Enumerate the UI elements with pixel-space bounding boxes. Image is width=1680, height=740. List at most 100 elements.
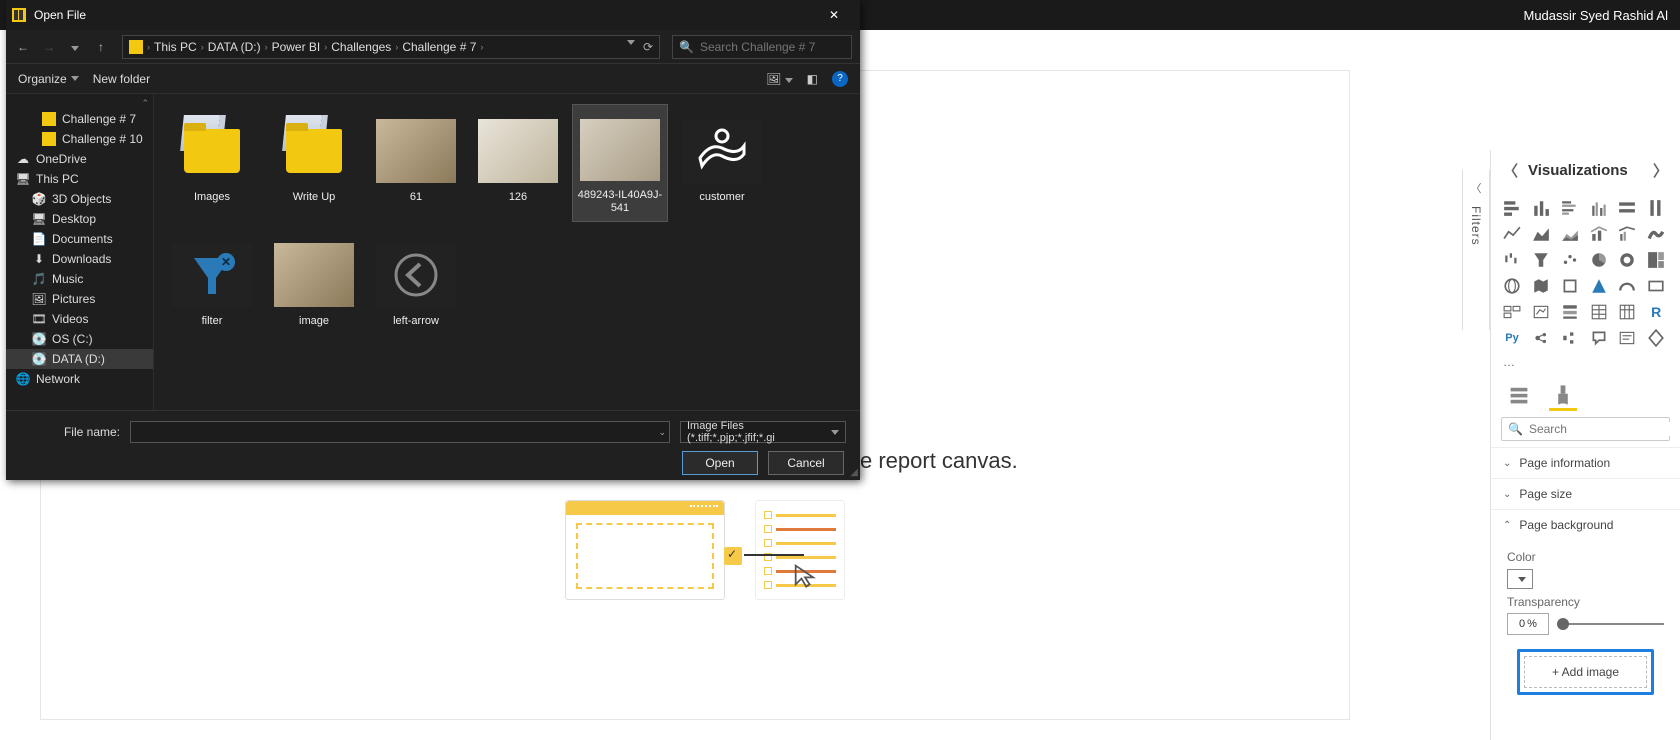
tree-item[interactable]: 💽OS (C:) [6,329,153,349]
section-page-size[interactable]: ⌄ Page size [1491,478,1680,509]
file-item[interactable]: customer [674,104,770,222]
resize-grip-icon[interactable]: ◢ [850,467,858,478]
file-item[interactable]: 489243-IL40A9J-541 [572,104,668,222]
help-icon[interactable]: ? [832,71,848,87]
waterfall-icon[interactable] [1501,249,1523,271]
tree-item[interactable]: 💽DATA (D:) [6,349,153,369]
hundred-bar-icon[interactable] [1616,197,1638,219]
tree-item[interactable]: Challenge # 10 [6,129,153,149]
section-page-information[interactable]: ⌄ Page information [1491,447,1680,478]
nav-forward-button[interactable]: → [40,40,58,54]
tree-item[interactable]: 🌐Network [6,369,153,389]
card-icon[interactable] [1645,275,1667,297]
breadcrumb-item[interactable]: DATA (D:) [208,40,261,54]
nav-back-button[interactable]: ← [14,40,32,54]
tree-item[interactable]: 🎲3D Objects [6,189,153,209]
breadcrumb-item[interactable]: Power BI [272,40,321,54]
fields-tab-icon[interactable] [1507,383,1531,407]
decomposition-icon[interactable] [1559,327,1581,349]
r-visual-icon[interactable]: R [1645,301,1667,323]
tree-item[interactable]: Challenge # 7 [6,109,153,129]
dialog-search[interactable]: 🔍 [672,35,852,59]
tree-item[interactable]: 🖥This PC [6,169,153,189]
filename-input[interactable] [130,421,670,443]
chevron-right-icon[interactable]: 〉 [1653,160,1668,181]
file-list[interactable]: ImagesWrite Up61126489243-IL40A9J-541cus… [154,94,860,410]
filled-map-icon[interactable] [1530,275,1552,297]
stacked-column-icon[interactable] [1530,197,1552,219]
breadcrumb[interactable]: › This PC› DATA (D:)› Power BI› Challeng… [122,35,660,59]
preview-pane-button[interactable]: ◧ [807,72,818,86]
narrative-icon[interactable] [1616,327,1638,349]
chevron-down-icon[interactable] [627,40,635,45]
format-tab-icon[interactable] [1551,383,1575,407]
tree-item[interactable]: 🖥Desktop [6,209,153,229]
organize-button[interactable]: Organize [18,72,79,86]
tree-item[interactable]: 🎞Videos [6,309,153,329]
transparency-input[interactable]: 0 % [1507,613,1549,635]
breadcrumb-item[interactable]: This PC [154,40,197,54]
line-clustered-icon[interactable] [1616,223,1638,245]
file-item[interactable]: 61 [368,104,464,222]
color-picker[interactable] [1507,569,1533,589]
close-button[interactable]: ✕ [814,0,854,30]
nav-recent-button[interactable] [66,40,84,54]
ribbon-chart-icon[interactable] [1645,223,1667,245]
funnel-icon[interactable] [1530,249,1552,271]
tree-item[interactable]: ⬇Downloads [6,249,153,269]
multi-card-icon[interactable] [1501,301,1523,323]
table-icon[interactable] [1588,301,1610,323]
nav-up-button[interactable]: ↑ [92,40,110,54]
tree-item[interactable]: 🎵Music [6,269,153,289]
viz-more[interactable]: … [1491,355,1680,375]
refresh-icon[interactable]: ⟳ [643,40,653,54]
line-stacked-icon[interactable] [1588,223,1610,245]
map-icon[interactable] [1501,275,1523,297]
filetype-select[interactable]: Image Files (*.tiff;*.pjp;*.jfif;*.gi [680,421,846,443]
new-folder-button[interactable]: New folder [93,72,150,86]
slicer-icon[interactable] [1559,301,1581,323]
paginated-icon[interactable] [1645,327,1667,349]
file-item[interactable]: 126 [470,104,566,222]
tree-item[interactable]: 🖼Pictures [6,289,153,309]
cancel-button[interactable]: Cancel [768,451,844,475]
tree-item[interactable]: 📄Documents [6,229,153,249]
donut-icon[interactable] [1616,249,1638,271]
matrix-icon[interactable] [1616,301,1638,323]
treemap-icon[interactable] [1645,249,1667,271]
file-item[interactable]: ✕filter [164,228,260,346]
clustered-column-icon[interactable] [1588,197,1610,219]
file-item[interactable]: Write Up [266,104,362,222]
key-influencers-icon[interactable] [1530,327,1552,349]
pie-icon[interactable] [1588,249,1610,271]
qa-visual-icon[interactable] [1588,327,1610,349]
file-item[interactable]: left-arrow [368,228,464,346]
gauge-icon[interactable] [1616,275,1638,297]
file-item[interactable]: image [266,228,362,346]
chevron-down-icon[interactable]: ⌄ [658,427,666,438]
nav-tree[interactable]: ⌃ Challenge # 7Challenge # 10☁OneDrive🖥T… [6,94,154,410]
open-button[interactable]: Open [682,451,758,475]
stacked-area-icon[interactable] [1559,223,1581,245]
breadcrumb-item[interactable]: Challenge # 7 [402,40,476,54]
clustered-bar-icon[interactable] [1559,197,1581,219]
file-item[interactable]: Images [164,104,260,222]
transparency-slider[interactable] [1557,623,1664,625]
shape-map-icon[interactable] [1559,275,1581,297]
tree-item[interactable]: ☁OneDrive [6,149,153,169]
filters-pane-collapsed[interactable]: 〈 Filters [1462,170,1490,330]
stacked-bar-icon[interactable] [1501,197,1523,219]
format-search[interactable]: 🔍 [1501,417,1670,441]
add-image-button[interactable]: + Add image [1524,656,1647,688]
line-chart-icon[interactable] [1501,223,1523,245]
scroll-up-icon[interactable]: ⌃ [6,98,153,109]
py-visual-icon[interactable]: Py [1501,327,1523,349]
dialog-search-input[interactable] [700,40,855,54]
azure-map-icon[interactable] [1588,275,1610,297]
kpi-icon[interactable] [1530,301,1552,323]
area-chart-icon[interactable] [1530,223,1552,245]
breadcrumb-item[interactable]: Challenges [331,40,391,54]
hundred-column-icon[interactable] [1645,197,1667,219]
scatter-icon[interactable] [1559,249,1581,271]
view-mode-button[interactable]: 🖼 [766,72,793,86]
